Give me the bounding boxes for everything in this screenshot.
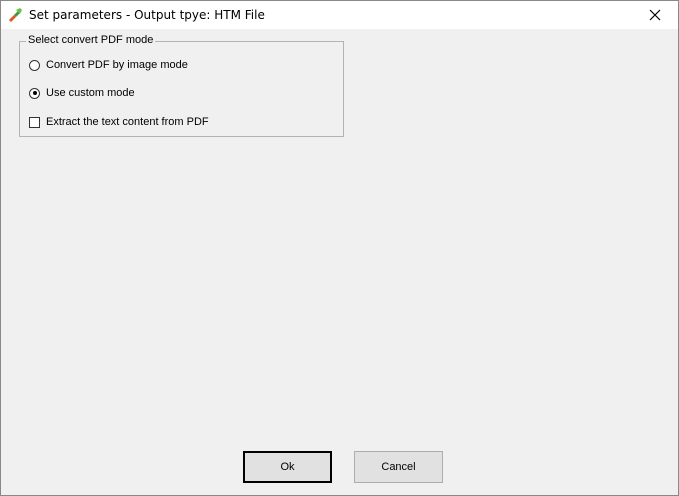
radio-custom-mode[interactable]	[29, 87, 40, 99]
option-extract-text[interactable]: Extract the text content from PDF	[29, 116, 209, 128]
option-image-mode-label: Convert PDF by image mode	[46, 59, 188, 71]
radio-image-mode[interactable]	[29, 59, 40, 71]
dialog-window: Set parameters - Output tpye: HTM File S…	[0, 0, 679, 496]
title-bar: Set parameters - Output tpye: HTM File	[1, 1, 678, 29]
ok-button[interactable]: Ok	[243, 451, 332, 483]
option-image-mode[interactable]: Convert PDF by image mode	[29, 59, 188, 71]
checkbox-extract-text[interactable]	[29, 116, 40, 128]
close-icon	[649, 9, 661, 21]
group-legend: Select convert PDF mode	[26, 34, 156, 46]
convert-mode-group: Select convert PDF mode Convert PDF by i…	[19, 34, 344, 137]
window-title: Set parameters - Output tpye: HTM File	[29, 8, 265, 22]
cancel-button[interactable]: Cancel	[354, 451, 443, 483]
app-icon	[7, 7, 23, 23]
close-button[interactable]	[632, 1, 678, 29]
option-custom-mode[interactable]: Use custom mode	[29, 87, 135, 99]
option-extract-text-label: Extract the text content from PDF	[46, 116, 209, 128]
option-custom-mode-label: Use custom mode	[46, 87, 135, 99]
